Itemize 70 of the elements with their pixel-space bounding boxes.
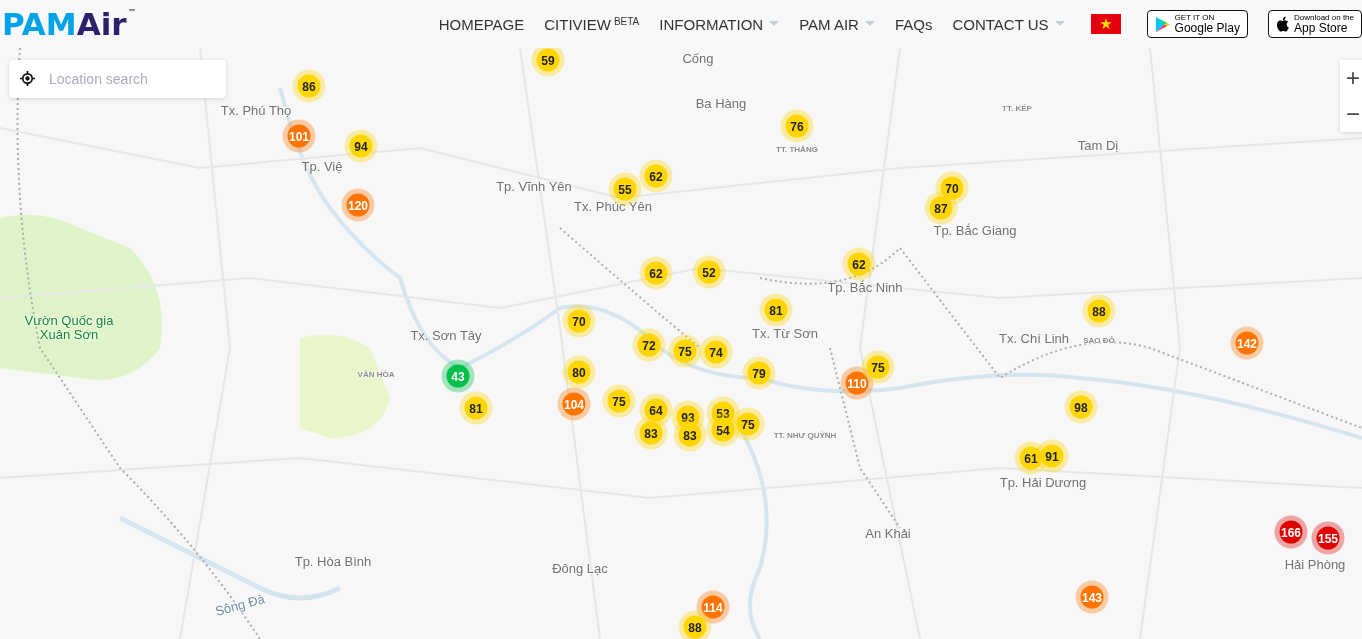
place-label: TT. NHƯ QUỲNH: [773, 430, 837, 440]
aqi-marker[interactable]: 75: [866, 355, 890, 379]
place-label: Hải Phòng: [1284, 556, 1346, 572]
aqi-marker[interactable]: 88: [1087, 299, 1111, 323]
place-label: Cống: [682, 50, 714, 66]
aqi-marker[interactable]: 59: [536, 48, 560, 72]
store-badge[interactable]: Download on the App Store: [1267, 10, 1362, 38]
aqi-marker[interactable]: 94: [349, 134, 373, 158]
place-label: Tam Dị: [1077, 137, 1119, 153]
place-label: Tp. Hải Dương: [999, 474, 1087, 490]
aqi-marker[interactable]: 72: [637, 333, 661, 357]
place-label: Tp. Vĩnh Yên: [496, 178, 572, 194]
aqi-marker[interactable]: 62: [847, 252, 871, 276]
aqi-marker[interactable]: 74: [704, 340, 728, 364]
place-label: TT. KÉP: [1002, 103, 1032, 113]
place-label: Tx. Phúc Yên: [574, 198, 652, 214]
nav-link[interactable]: HOMEPAGE: [438, 15, 525, 33]
aqi-marker[interactable]: 75: [736, 412, 760, 436]
aqi-marker[interactable]: 75: [607, 389, 631, 413]
aqi-marker[interactable]: 155: [1316, 526, 1340, 550]
zoom-button[interactable]: +: [1340, 60, 1362, 96]
aqi-marker[interactable]: 88: [683, 615, 707, 639]
place-label: Tp. Bắc Ninh: [827, 279, 903, 295]
aqi-marker[interactable]: 83: [678, 423, 702, 447]
aqi-marker[interactable]: 52: [697, 260, 721, 284]
place-label: Tx. Sơn Tây: [410, 327, 482, 343]
place-label: An Khải: [865, 525, 911, 541]
aqi-marker[interactable]: 62: [644, 261, 668, 285]
aqi-marker[interactable]: 54: [711, 418, 735, 442]
place-label: VÂN HÒA: [357, 369, 395, 379]
place-label: Tp. Bắc Giang: [933, 222, 1017, 238]
place-label: SAO ĐỎ: [1083, 335, 1115, 345]
aqi-marker[interactable]: 70: [940, 176, 964, 200]
store-badge[interactable]: GET IT ON Google Play: [1146, 10, 1248, 38]
place-label: TT. THẮNG: [776, 144, 818, 154]
nav-link[interactable]: PAM AIR: [799, 15, 875, 33]
aqi-marker[interactable]: 79: [747, 361, 771, 385]
aqi-marker[interactable]: 93: [676, 405, 700, 429]
aqi-marker[interactable]: 64: [644, 398, 668, 422]
aqi-marker[interactable]: 83: [639, 421, 663, 445]
nav-link[interactable]: FAQs: [894, 15, 933, 33]
place-label: Tp. Việ: [301, 158, 343, 174]
aqi-marker[interactable]: 91: [1040, 444, 1064, 468]
zoom-button[interactable]: −: [1340, 96, 1362, 132]
place-label: Tp. Hòa Bình: [294, 553, 372, 569]
aqi-marker[interactable]: 98: [1069, 395, 1093, 419]
place-label: Vườn Quốc gia Xuân Sơn: [24, 314, 114, 342]
pamair-logo[interactable]: PAMAir$^{™}$: [2, 8, 136, 40]
place-label: Ba Hàng: [695, 95, 747, 111]
aqi-marker[interactable]: 87: [929, 196, 953, 220]
aqi-marker[interactable]: 86: [297, 74, 321, 98]
aqi-marker[interactable]: 80: [567, 360, 591, 384]
aqi-marker[interactable]: 62: [644, 164, 668, 188]
aqi-marker[interactable]: 70: [567, 309, 591, 333]
nav-link[interactable]: CONTACT US: [952, 15, 1065, 33]
aqi-marker[interactable]: 55: [613, 177, 637, 201]
place-label: Tx. Phú Thọ: [220, 102, 292, 118]
aqi-marker[interactable]: 81: [464, 396, 488, 420]
aqi-marker[interactable]: 75: [673, 339, 697, 363]
place-label: Sông Đà: [213, 591, 267, 619]
place-label: Đông Lạc: [552, 560, 608, 576]
nav-link[interactable]: INFORMATION: [659, 15, 780, 33]
place-label: Tx. Từ Sơn: [751, 325, 819, 341]
place-label: Tx. Chí Linh: [998, 330, 1070, 346]
search-field[interactable]: Location search: [9, 60, 226, 98]
aqi-marker[interactable]: 76: [785, 114, 809, 138]
nav-link[interactable]: CITIVIEW $^{BETA}$: [544, 15, 640, 33]
aqi-marker[interactable]: 61: [1019, 446, 1043, 470]
aqi-marker[interactable]: 166: [1279, 520, 1303, 544]
aqi-marker[interactable]: 81: [764, 298, 788, 322]
